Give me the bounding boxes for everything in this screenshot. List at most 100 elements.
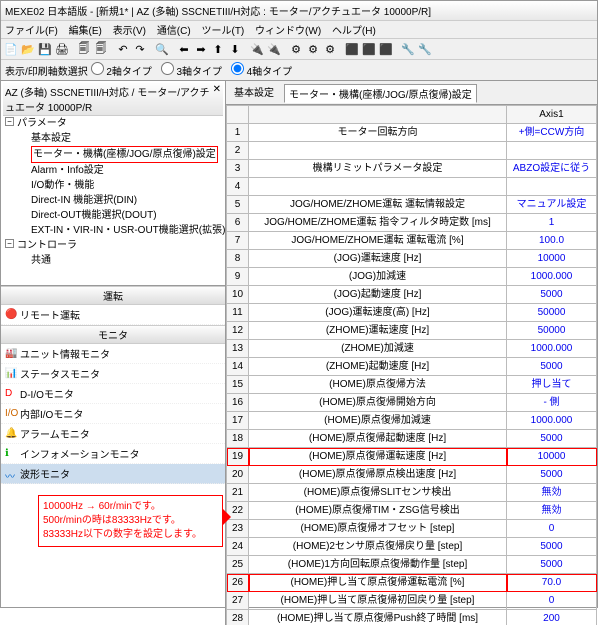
param-row[interactable]: 16(HOME)原点復帰開始方向- 側 bbox=[227, 394, 597, 412]
tab-kihon[interactable]: 基本設定 bbox=[230, 83, 278, 102]
toolbar-button[interactable]: 🔌 bbox=[249, 41, 265, 57]
row-value[interactable]: 5000 bbox=[507, 286, 597, 304]
row-value[interactable]: 5000 bbox=[507, 430, 597, 448]
toolbar-button[interactable]: ⚙ bbox=[305, 41, 321, 57]
row-value[interactable]: 5000 bbox=[507, 556, 597, 574]
param-row[interactable]: 24(HOME)2センサ原点復帰戻り量 [step]5000 bbox=[227, 538, 597, 556]
row-value[interactable]: 0 bbox=[507, 592, 597, 610]
param-row[interactable]: 5JOG/HOME/ZHOME運転 運転情報設定マニュアル設定 bbox=[227, 196, 597, 214]
param-row[interactable]: 15(HOME)原点復帰方法押し当て bbox=[227, 376, 597, 394]
toolbar-button[interactable]: ⚙ bbox=[288, 41, 304, 57]
param-row[interactable]: 12(ZHOME)運転速度 [Hz]50000 bbox=[227, 322, 597, 340]
row-value[interactable]: +側=CCW方向 bbox=[507, 124, 597, 142]
menu-edit[interactable]: 編集(E) bbox=[69, 26, 102, 37]
param-row[interactable]: 26(HOME)押し当て原点復帰運転電流 [%]70.0 bbox=[227, 574, 597, 592]
menu-help[interactable]: ヘルプ(H) bbox=[332, 26, 376, 37]
row-value[interactable]: ABZO設定に従う bbox=[507, 160, 597, 178]
param-row[interactable]: 17(HOME)原点復帰加減速1000.000 bbox=[227, 412, 597, 430]
toolbar-button[interactable]: ⬛ bbox=[378, 41, 394, 57]
row-value[interactable]: 200 bbox=[507, 610, 597, 625]
tab-motor[interactable]: モーター・機構(座標/JOG/原点復帰)設定 bbox=[284, 84, 477, 103]
param-row[interactable]: 9(JOG)加減速1000.000 bbox=[227, 268, 597, 286]
toolbar-button[interactable]: 🔍 bbox=[154, 41, 170, 57]
param-row[interactable]: 18(HOME)原点復帰起動速度 [Hz]5000 bbox=[227, 430, 597, 448]
row-value[interactable]: 無効 bbox=[507, 502, 597, 520]
param-row[interactable]: 20(HOME)原点復帰原点検出速度 [Hz]5000 bbox=[227, 466, 597, 484]
toolbar-button[interactable]: ⬅ bbox=[176, 41, 192, 57]
row-value[interactable]: - 側 bbox=[507, 394, 597, 412]
param-row[interactable]: 3機構リミットパラメータ設定ABZO設定に従う bbox=[227, 160, 597, 178]
param-row[interactable]: 28(HOME)押し当て原点復帰Push終了時間 [ms]200 bbox=[227, 610, 597, 625]
menu-view[interactable]: 表示(V) bbox=[113, 26, 146, 37]
tree-din[interactable]: Direct-IN 機能選択(DIN) bbox=[31, 195, 137, 206]
tree-ctrl[interactable]: コントローラ bbox=[17, 240, 77, 251]
toolbar-button[interactable]: 🗐 bbox=[76, 41, 92, 57]
tree-common[interactable]: 共通 bbox=[31, 255, 51, 266]
toolbar-button[interactable]: ⬛ bbox=[344, 41, 360, 57]
row-value[interactable]: 50000 bbox=[507, 322, 597, 340]
item-info[interactable]: ℹインフォメーションモニタ bbox=[1, 444, 225, 464]
toolbar-button[interactable]: 📂 bbox=[20, 41, 36, 57]
toolbar-button[interactable]: ⬛ bbox=[361, 41, 377, 57]
item-alarm[interactable]: 🔔アラームモニタ bbox=[1, 424, 225, 444]
tree-kihon[interactable]: 基本設定 bbox=[31, 133, 71, 144]
item-unit[interactable]: 🏭ユニット情報モニタ bbox=[1, 344, 225, 364]
toolbar-button[interactable]: ↶ bbox=[115, 41, 131, 57]
toolbar-button[interactable]: 🗐 bbox=[93, 41, 109, 57]
radio-3axis[interactable]: 3軸タイプ bbox=[161, 67, 222, 78]
row-value[interactable]: 1000.000 bbox=[507, 340, 597, 358]
toolbar-button[interactable]: 🔧 bbox=[400, 41, 416, 57]
param-row[interactable]: 25(HOME)1方向回転原点復帰動作量 [step]5000 bbox=[227, 556, 597, 574]
row-value[interactable]: 70.0 bbox=[507, 574, 597, 592]
row-value[interactable]: 5000 bbox=[507, 358, 597, 376]
item-status[interactable]: 📊ステータスモニタ bbox=[1, 364, 225, 384]
toolbar-button[interactable]: ⬇ bbox=[227, 41, 243, 57]
param-row[interactable]: 19(HOME)原点復帰運転速度 [Hz]10000 bbox=[227, 448, 597, 466]
toolbar-button[interactable]: 💾 bbox=[37, 41, 53, 57]
menu-comm[interactable]: 通信(C) bbox=[157, 26, 191, 37]
radio-4axis[interactable]: 4軸タイプ bbox=[231, 67, 292, 78]
toolbar-button[interactable]: ⬆ bbox=[210, 41, 226, 57]
toggle-icon[interactable]: − bbox=[5, 239, 14, 248]
item-dio[interactable]: DD-I/Oモニタ bbox=[1, 384, 225, 404]
toggle-icon[interactable]: − bbox=[5, 117, 14, 126]
row-value[interactable]: 10000 bbox=[507, 448, 597, 466]
radio-2axis[interactable]: 2軸タイプ bbox=[91, 67, 152, 78]
toolbar-button[interactable]: 🔌 bbox=[266, 41, 282, 57]
toolbar-button[interactable]: 🔧 bbox=[417, 41, 433, 57]
item-intio[interactable]: I/O内部I/Oモニタ bbox=[1, 404, 225, 424]
param-row[interactable]: 8(JOG)運転速度 [Hz]10000 bbox=[227, 250, 597, 268]
menu-tool[interactable]: ツール(T) bbox=[201, 26, 244, 37]
param-row[interactable]: 27(HOME)押し当て原点復帰初回戻り量 [step]0 bbox=[227, 592, 597, 610]
row-value[interactable]: 50000 bbox=[507, 304, 597, 322]
param-row[interactable]: 4 bbox=[227, 178, 597, 196]
row-value[interactable]: 押し当て bbox=[507, 376, 597, 394]
tree-alarm[interactable]: Alarm・Info設定 bbox=[31, 165, 104, 176]
row-value[interactable]: 10000 bbox=[507, 250, 597, 268]
row-value[interactable]: 5000 bbox=[507, 538, 597, 556]
param-row[interactable]: 13(ZHOME)加減速1000.000 bbox=[227, 340, 597, 358]
row-value[interactable]: 5000 bbox=[507, 466, 597, 484]
item-remote[interactable]: 🔴リモート運転 bbox=[1, 305, 225, 325]
row-value[interactable]: 0 bbox=[507, 520, 597, 538]
toolbar-button[interactable]: ⚙ bbox=[322, 41, 338, 57]
param-row[interactable]: 11(JOG)運転速度(高) [Hz]50000 bbox=[227, 304, 597, 322]
tree-dout[interactable]: Direct-OUT機能選択(DOUT) bbox=[31, 210, 157, 221]
row-value[interactable]: 100.0 bbox=[507, 232, 597, 250]
toolbar-button[interactable]: 📄 bbox=[3, 41, 19, 57]
param-row[interactable]: 6JOG/HOME/ZHOME運転 指令フィルタ時定数 [ms]1 bbox=[227, 214, 597, 232]
param-row[interactable]: 10(JOG)起動速度 [Hz]5000 bbox=[227, 286, 597, 304]
toolbar-button[interactable]: 🖨 bbox=[54, 41, 70, 57]
param-row[interactable]: 7JOG/HOME/ZHOME運転 運転電流 [%]100.0 bbox=[227, 232, 597, 250]
param-row[interactable]: 22(HOME)原点復帰TIM・ZSG信号検出無効 bbox=[227, 502, 597, 520]
tree-ext[interactable]: EXT-IN・VIR-IN・USR-OUT機能選択(拡張) bbox=[31, 225, 225, 236]
row-value[interactable] bbox=[507, 142, 597, 160]
row-value[interactable]: 無効 bbox=[507, 484, 597, 502]
item-wave[interactable]: 〰波形モニタ bbox=[1, 464, 225, 484]
tree-param[interactable]: パラメータ bbox=[17, 118, 67, 129]
row-value[interactable]: マニュアル設定 bbox=[507, 196, 597, 214]
toolbar-button[interactable]: ↷ bbox=[132, 41, 148, 57]
row-value[interactable]: 1000.000 bbox=[507, 412, 597, 430]
menu-file[interactable]: ファイル(F) bbox=[5, 26, 58, 37]
row-value[interactable]: 1000.000 bbox=[507, 268, 597, 286]
